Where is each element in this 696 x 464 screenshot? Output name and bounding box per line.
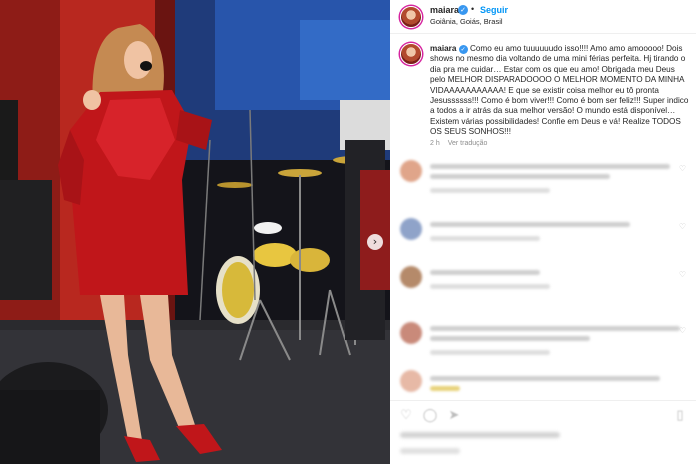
comment-like-heart-icon[interactable]: ♡ bbox=[679, 326, 686, 335]
username-link[interactable]: maiara bbox=[430, 5, 459, 15]
post-header: maiara ✓ • Seguir Goiânia, Goiás, Brasil bbox=[390, 0, 696, 34]
comment-avatar[interactable] bbox=[400, 266, 422, 288]
avatar[interactable] bbox=[400, 6, 422, 28]
comment-text-redacted bbox=[430, 270, 540, 275]
comment-text-redacted bbox=[430, 336, 590, 341]
comment-avatar[interactable] bbox=[400, 322, 422, 344]
post-side-panel: maiara ✓ • Seguir Goiânia, Goiás, Brasil… bbox=[390, 0, 696, 464]
comment-text-redacted bbox=[430, 164, 670, 169]
post-time: 2 h bbox=[430, 140, 440, 147]
caption-text: Como eu amo tuuuuuudo isso!!!! Amo amo a… bbox=[430, 44, 689, 137]
comment-text-redacted bbox=[430, 222, 630, 227]
caption-meta: 2 h Ver tradução bbox=[430, 140, 487, 147]
caption-username[interactable]: maiara bbox=[430, 44, 456, 53]
comment-emoji-redacted bbox=[430, 386, 460, 391]
comment-icon[interactable]: ◯ bbox=[422, 408, 438, 424]
carousel-next-button[interactable]: › bbox=[367, 234, 383, 250]
comment-meta-redacted bbox=[430, 236, 540, 241]
comment-like-heart-icon[interactable]: ♡ bbox=[679, 270, 686, 279]
comment-meta-redacted bbox=[430, 188, 550, 193]
comment-text-redacted bbox=[430, 326, 680, 331]
comment-item: ♡ bbox=[390, 318, 696, 362]
bookmark-icon[interactable]: ▯ bbox=[672, 408, 688, 424]
verified-badge-icon: ✓ bbox=[458, 5, 468, 15]
comment-text-redacted bbox=[430, 174, 610, 179]
comment-avatar[interactable] bbox=[400, 370, 422, 392]
post-caption: maiara ✓ Como eu amo tuuuuuudo isso!!!! … bbox=[430, 44, 692, 138]
post-date-redacted bbox=[400, 448, 460, 454]
separator-dot: • bbox=[471, 4, 475, 14]
comment-meta-redacted bbox=[430, 284, 550, 289]
comment-item bbox=[390, 368, 696, 398]
comment-avatar[interactable] bbox=[400, 160, 422, 182]
comment-meta-redacted bbox=[430, 350, 550, 355]
comment-item: ♡ bbox=[390, 262, 696, 306]
post-action-bar: ♡ ◯ ➤ ▯ bbox=[390, 400, 696, 430]
comment-text-redacted bbox=[430, 376, 660, 381]
follow-button[interactable]: Seguir bbox=[480, 5, 508, 15]
location-link[interactable]: Goiânia, Goiás, Brasil bbox=[430, 17, 503, 26]
comment-like-heart-icon[interactable]: ♡ bbox=[679, 164, 686, 173]
concert-photo bbox=[0, 0, 390, 464]
comment-item: ♡ bbox=[390, 214, 696, 258]
post-photo[interactable]: › bbox=[0, 0, 390, 464]
comment-avatar[interactable] bbox=[400, 218, 422, 240]
comment-like-heart-icon[interactable]: ♡ bbox=[679, 222, 686, 231]
share-icon[interactable]: ➤ bbox=[446, 408, 462, 424]
heart-icon[interactable]: ♡ bbox=[398, 408, 414, 424]
comment-item: ♡ bbox=[390, 156, 696, 200]
verified-badge-icon: ✓ bbox=[458, 45, 468, 54]
likes-summary-redacted bbox=[400, 432, 560, 438]
caption-avatar[interactable] bbox=[400, 43, 422, 65]
see-translation-button[interactable]: Ver tradução bbox=[448, 140, 488, 147]
